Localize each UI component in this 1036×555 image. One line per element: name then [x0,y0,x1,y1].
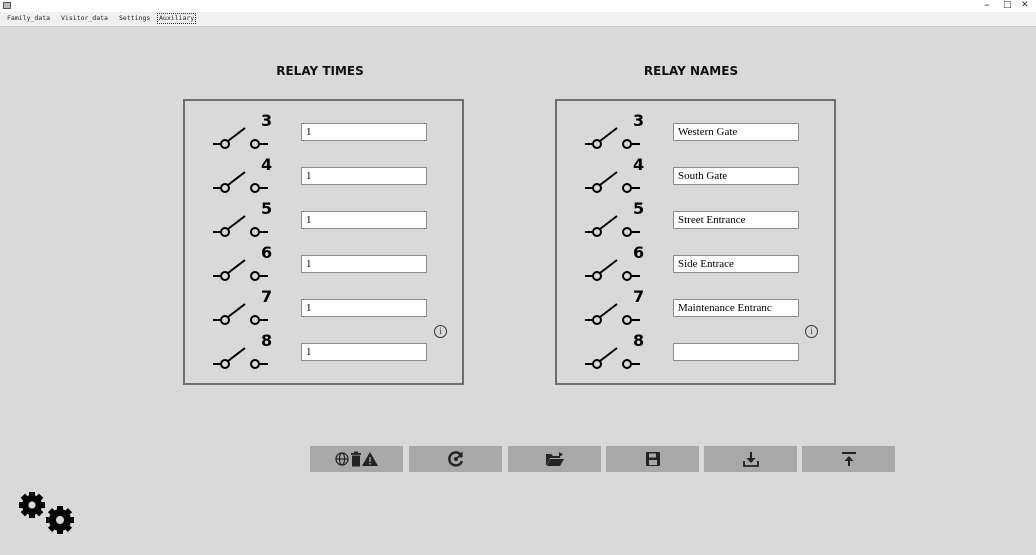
relay-time-input[interactable]: 1 [301,255,427,273]
relay-row-4: 4 South Gate [557,155,834,197]
relay-number-label: 7 [633,287,645,306]
gears-icon [19,492,74,534]
close-button[interactable]: ✕ [1021,0,1029,12]
download-icon [742,452,759,467]
relay-row-3: 3 Western Gate [557,111,834,153]
relay-number-label: 3 [633,111,645,130]
relay-name-input[interactable]: Western Gate [673,123,799,141]
relay-number-label: 5 [261,199,273,218]
relay-number-label: 4 [261,155,273,174]
relay-times-title: RELAY TIMES [276,64,364,78]
maximize-button[interactable]: □ [1003,0,1012,12]
relay-row-5: 5 Street Entrance [557,199,834,241]
upload-button[interactable] [802,446,895,472]
warning-icon [361,452,378,466]
relay-number-label: 6 [633,243,645,262]
refresh-button[interactable] [409,446,502,472]
folder-open-icon [545,452,564,466]
relay-number-label: 4 [633,155,645,174]
title-bar: – □ ✕ [0,0,1036,12]
relay-times-panel: i 314151617181 [183,99,464,385]
minimize-button[interactable]: – [984,0,990,12]
clear-all-icons [334,451,378,467]
relay-time-input[interactable]: 1 [301,211,427,229]
tab-visitor-data[interactable]: Visitor_data [60,14,109,23]
relay-number-label: 8 [261,331,273,350]
floppy-disk-icon [645,452,660,466]
relay-names-panel: i 3 Western Gate 4 South Gate 5 Street Entran… [555,99,836,385]
relay-row-8: 8 [557,331,834,373]
relay-row-7: 7 Maintenance Entranc [557,287,834,329]
trash-icon [350,451,361,467]
clear-all-button[interactable] [310,446,403,472]
relay-row-7: 71 [185,287,462,329]
tab-bar: Family_data Visitor_data Settings Auxili… [0,12,1036,27]
tab-settings[interactable]: Settings [118,14,151,23]
app-icon [3,2,11,9]
relay-names-title: RELAY NAMES [643,64,739,78]
relay-time-input[interactable]: 1 [301,167,427,185]
tab-auxiliary[interactable]: Auxiliary [157,13,197,24]
relay-name-input[interactable]: South Gate [673,167,799,185]
relay-number-label: 6 [261,243,273,262]
relay-time-input[interactable]: 1 [301,299,427,317]
relay-name-input[interactable]: Side Entrace [673,255,799,273]
relay-row-6: 61 [185,243,462,285]
relay-number-label: 3 [261,111,273,130]
relay-row-4: 41 [185,155,462,197]
refresh-icon [447,451,463,467]
open-button[interactable] [508,446,601,472]
download-button[interactable] [704,446,797,472]
relay-number-label: 5 [633,199,645,218]
relay-row-3: 31 [185,111,462,153]
tab-family-data[interactable]: Family_data [6,14,51,23]
relay-time-input[interactable]: 1 [301,123,427,141]
relay-row-5: 51 [185,199,462,241]
relay-row-8: 81 [185,331,462,373]
relay-name-input[interactable]: Maintenance Entranc [673,299,799,317]
globe-icon [334,452,349,466]
upload-icon [841,452,856,466]
save-button[interactable] [606,446,699,472]
relay-name-input[interactable] [673,343,799,361]
relay-number-label: 7 [261,287,273,306]
relay-name-input[interactable]: Street Entrance [673,211,799,229]
relay-row-6: 6 Side Entrace [557,243,834,285]
relay-number-label: 8 [633,331,645,350]
relay-time-input[interactable]: 1 [301,343,427,361]
